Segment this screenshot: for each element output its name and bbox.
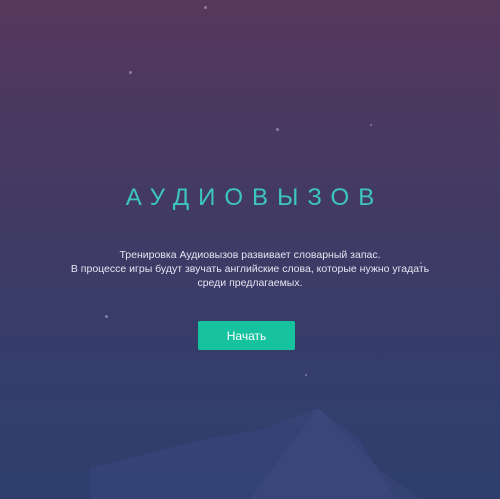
star-icon — [105, 315, 108, 318]
description-line: среди предлагаемых. — [197, 277, 303, 289]
star-icon — [276, 128, 279, 131]
star-icon — [305, 374, 307, 376]
star-icon — [204, 6, 207, 9]
description-line: Тренировка Аудиовызов развивает словарны… — [119, 249, 381, 261]
star-icon — [129, 71, 132, 74]
game-title: АУДИОВЫЗОВ — [125, 184, 384, 211]
game-description: Тренировка Аудиовызов развивает словарны… — [60, 248, 440, 290]
description-line: В процессе игры будут звучать английские… — [70, 263, 430, 275]
start-button[interactable]: Начать — [198, 321, 295, 350]
crescent-moon-icon — [93, 70, 135, 119]
star-icon — [370, 124, 372, 126]
